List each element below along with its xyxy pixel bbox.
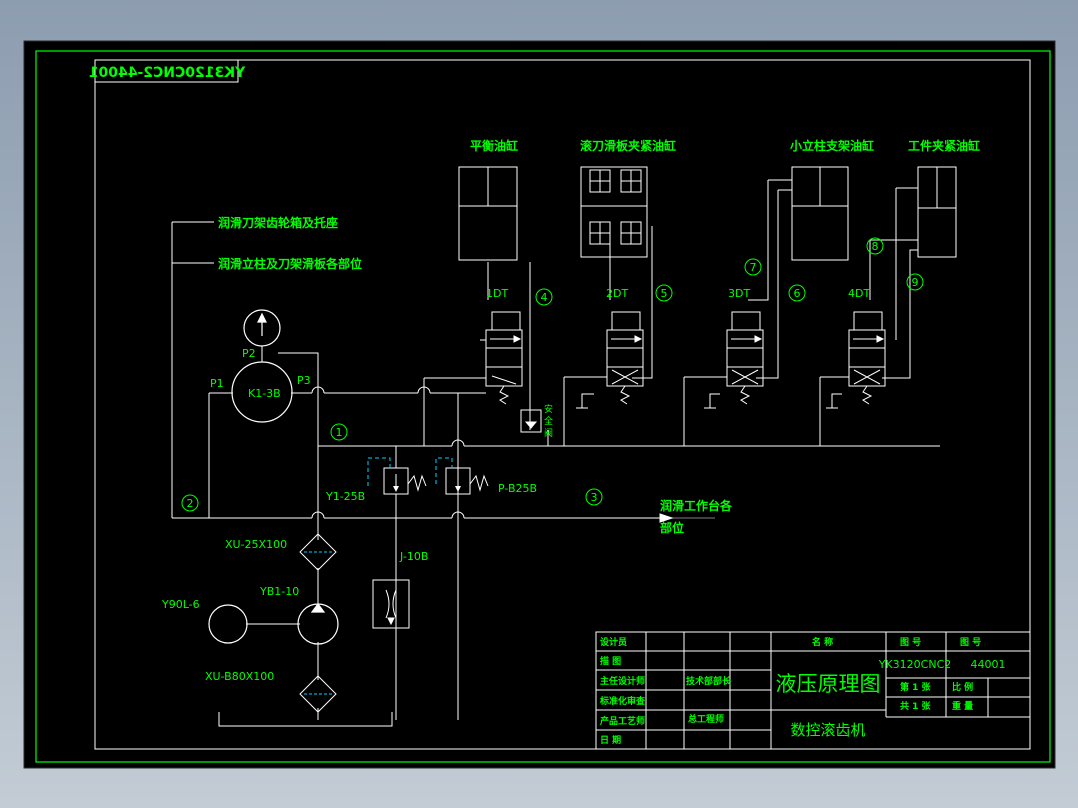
title-row-date: 日 期	[600, 734, 621, 746]
title-sheet-label: 第 1 张	[900, 681, 932, 693]
circle-number-5: 5	[661, 287, 668, 300]
pressure-valve-label: P-B25B	[498, 482, 537, 495]
title-row-designer: 设计员	[600, 636, 627, 648]
filter-top-label: XU-25X100	[225, 538, 287, 551]
title-scale-label: 比 例	[952, 681, 973, 693]
valve-label-2dt: 2DT	[606, 287, 628, 300]
title-name-header: 名 称	[812, 636, 833, 648]
title-row-process: 产品工艺师	[600, 715, 645, 727]
title-mid-chief-eng: 总工程师	[688, 713, 724, 725]
safety-valve-label-3: 阀	[544, 428, 553, 439]
safety-valve-label-2: 全	[544, 415, 553, 427]
title-row-chief: 主任设计师	[600, 675, 645, 687]
title-mid-tech-head: 技术部部长	[686, 675, 732, 687]
title-drawing-no-header-2: 图 号	[960, 637, 981, 648]
valve-label-4dt: 4DT	[848, 287, 870, 300]
lube-label-gearbox: 润滑刀架齿轮箱及托座	[218, 215, 338, 230]
circle-number-2: 2	[187, 497, 194, 510]
title-drawing-number: 44001	[971, 658, 1006, 671]
circle-number-1: 1	[336, 426, 343, 439]
hydraulic-schematic-drawing: YK3120CNC2-44001 平衡油缸 滚刀滑板夹紧油缸 小立柱支架油缸 工…	[23, 40, 1056, 769]
pump-label: YB1-10	[259, 585, 299, 598]
circle-number-7: 7	[750, 261, 757, 274]
lube-label-worktable-2: 部位	[660, 520, 684, 535]
title-product: 数控滚齿机	[790, 721, 865, 739]
lube-label-column: 润滑立柱及刀架滑板各部位	[218, 256, 362, 271]
title-drawing-code: YK3120CNC2	[878, 658, 952, 671]
port-label-p3: P3	[297, 374, 311, 387]
title-row-drafter: 描 图	[600, 655, 621, 667]
cylinder-label-column: 小立柱支架油缸	[790, 138, 874, 153]
mirrored-code-text: YK3120CNC2-44001	[89, 65, 246, 81]
circle-number-4: 4	[541, 291, 548, 304]
title-main: 液压原理图	[776, 672, 881, 696]
cylinder-label-balance: 平衡油缸	[470, 138, 518, 153]
port-label-p1: P1	[210, 377, 224, 390]
motor-label: Y90L-6	[161, 598, 200, 611]
title-weight-label: 重 量	[952, 700, 973, 712]
circle-number-8: 8	[872, 240, 879, 253]
title-drawing-no-header: 图 号	[900, 637, 921, 648]
valve-label-1dt: 1DT	[486, 287, 508, 300]
filter-bottom-label: XU-B80X100	[205, 670, 274, 683]
cylinder-label-slide-clamp: 滚刀滑板夹紧油缸	[580, 138, 676, 153]
circle-number-3: 3	[591, 491, 598, 504]
valve-label-3dt: 3DT	[728, 287, 750, 300]
port-label-p2: P2	[242, 347, 256, 360]
title-row-standard: 标准化审查	[599, 695, 646, 707]
circle-number-9: 9	[912, 276, 919, 289]
relief-valve-label: Y1-25B	[325, 490, 365, 503]
throttle-label: J-10B	[399, 550, 428, 563]
safety-valve-label-1: 安	[544, 403, 553, 415]
circle-number-6: 6	[794, 287, 801, 300]
gauge-switch-label: K1-3B	[248, 387, 281, 400]
lube-label-worktable-1: 润滑工作台各	[660, 498, 733, 513]
title-total-label: 共 1 张	[900, 700, 932, 712]
cylinder-label-workpiece: 工件夹紧油缸	[908, 138, 980, 153]
